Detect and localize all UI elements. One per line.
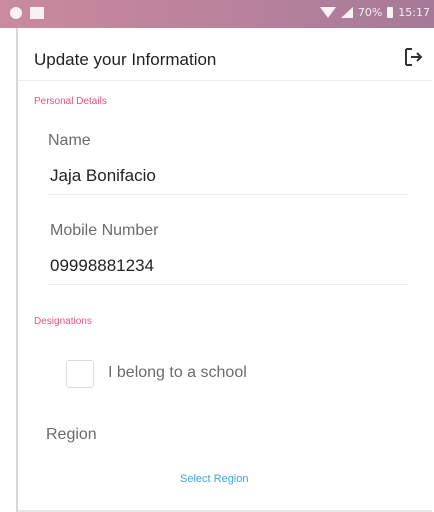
personal-details-section-label: Personal Details xyxy=(34,96,107,107)
region-label: Region xyxy=(46,426,97,443)
notification-square-icon xyxy=(30,7,44,19)
school-checkbox[interactable] xyxy=(66,360,94,388)
designations-section-label: Designations xyxy=(34,316,92,327)
status-bar: 70% 15:17 xyxy=(0,0,434,28)
status-right: 70% 15:17 xyxy=(319,6,430,19)
mobile-number-label: Mobile Number xyxy=(50,222,159,239)
wifi-icon xyxy=(319,7,336,18)
signal-icon xyxy=(340,7,353,18)
screen: 70% 15:17 Update your Information Person… xyxy=(0,0,434,512)
app-bar: Update your Information xyxy=(18,28,432,81)
name-underline xyxy=(48,194,408,195)
battery-percentage: 70% xyxy=(357,6,383,19)
logout-icon[interactable] xyxy=(402,46,424,68)
battery-icon xyxy=(387,7,394,18)
notification-dot-icon xyxy=(10,7,22,19)
school-checkbox-label[interactable]: I belong to a school xyxy=(108,364,247,382)
select-region-button[interactable]: Select Region xyxy=(180,473,249,485)
name-label: Name xyxy=(48,132,91,149)
mobile-number-underline xyxy=(48,284,408,285)
status-left xyxy=(10,7,44,19)
mobile-number-input[interactable]: 09998881234 xyxy=(50,256,154,276)
name-input[interactable]: Jaja Bonifacio xyxy=(50,166,156,186)
status-time: 15:17 xyxy=(398,6,430,19)
update-info-card: Update your Information Personal Details… xyxy=(16,28,432,512)
page-title: Update your Information xyxy=(34,50,217,69)
